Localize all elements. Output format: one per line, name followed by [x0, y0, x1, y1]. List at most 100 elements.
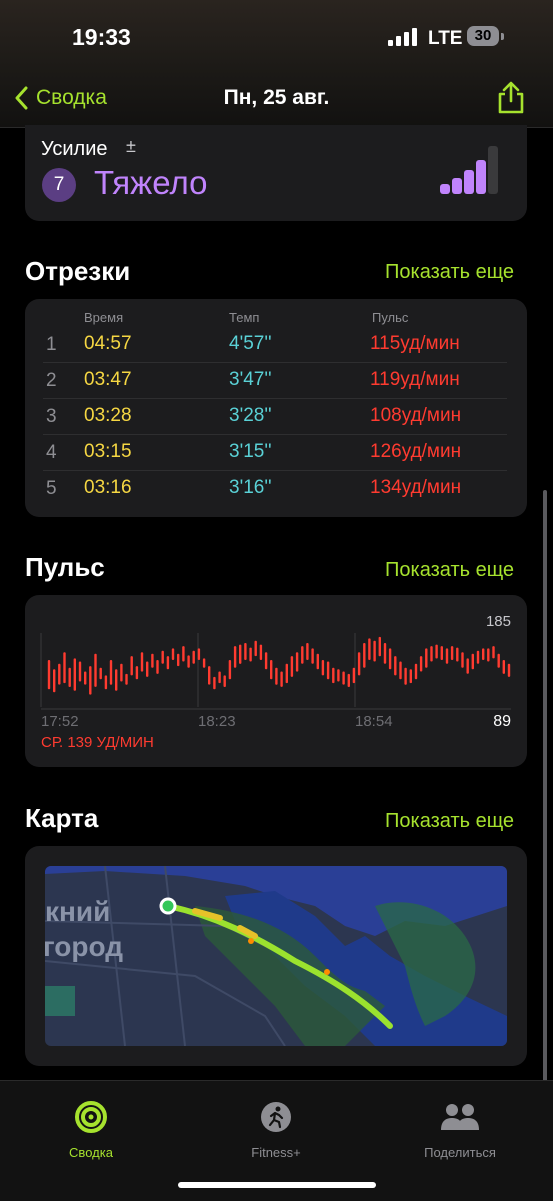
status-time: 19:33	[72, 24, 131, 50]
heart-rate-bar	[373, 640, 376, 662]
heart-rate-bar	[497, 653, 500, 668]
heart-rate-chart: 185 89 17:52 18:23 18:54 СР. 139 УД/МИН	[40, 613, 511, 751]
heart-rate-bar	[476, 650, 480, 664]
tab-summary[interactable]: Сводка	[26, 1100, 156, 1160]
time-tick-label: 18:23	[198, 713, 236, 730]
split-index: 5	[46, 478, 57, 499]
map-place-label: город	[45, 931, 123, 962]
heart-rate-bar	[197, 648, 201, 660]
column-header-time: Время	[84, 310, 124, 325]
split-row: 4 03:15 3'15'' 126уд/мин	[25, 435, 527, 471]
heart-rate-bar	[347, 673, 350, 687]
heart-rate-bar	[471, 653, 474, 670]
effort-meter-icon	[440, 146, 498, 194]
heart-rate-bar	[502, 660, 505, 674]
average-heart-rate: СР. 139 УД/МИН	[41, 734, 154, 751]
splits-show-more-link[interactable]: Показать еще	[385, 261, 514, 284]
heart-rate-bar	[409, 669, 412, 684]
heart-rate-bar	[125, 673, 128, 685]
effort-value: Тяжело	[94, 164, 208, 201]
split-heart-rate: 115уд/мин	[370, 333, 460, 354]
tab-label: Fitness+	[251, 1145, 301, 1160]
heart-rate-bar	[337, 669, 340, 682]
pulse-title: Пульс	[25, 552, 105, 582]
column-header-heart-rate: Пульс	[372, 310, 409, 325]
heart-rate-bar	[492, 646, 495, 659]
route-map[interactable]: кний город	[45, 866, 507, 1046]
heart-rate-bar	[58, 663, 61, 685]
heart-rate-bar	[414, 663, 418, 680]
heart-rate-bar	[326, 661, 330, 680]
heart-rate-bar	[440, 646, 443, 660]
heart-rate-bar	[99, 667, 102, 680]
split-row: 5 03:16 3'16'' 134уд/мин	[25, 471, 527, 507]
heart-rate-bar	[161, 650, 164, 664]
heart-rate-bar	[135, 666, 139, 680]
heart-rate-bar	[378, 636, 381, 657]
heart-rate-bar	[223, 675, 226, 687]
split-row: 3 03:28 3'28'' 108уд/мин	[25, 399, 527, 435]
heart-rate-bar	[244, 643, 247, 660]
split-pace: 4'57''	[229, 333, 272, 354]
heart-rate-bar	[482, 648, 485, 660]
activity-rings-icon	[75, 1101, 107, 1133]
heart-rate-bar	[151, 653, 154, 668]
split-time: 03:15	[84, 441, 132, 462]
heart-rate-bar	[264, 652, 268, 670]
effort-level-badge: 7	[42, 168, 76, 202]
heart-rate-bar	[445, 648, 449, 664]
tab-fitness-plus[interactable]: Fitness+	[211, 1100, 341, 1160]
split-pace: 3'16''	[229, 477, 272, 498]
split-pace: 3'47''	[229, 369, 272, 390]
heart-rate-bar	[63, 652, 66, 684]
fitness-runner-icon	[261, 1102, 291, 1132]
split-index: 3	[46, 406, 57, 427]
heart-rate-bar	[140, 652, 144, 672]
split-heart-rate: 119уд/мин	[370, 369, 460, 390]
heart-rate-bar	[430, 646, 433, 662]
split-time: 03:28	[84, 405, 132, 426]
share-icon	[498, 81, 524, 114]
heart-rate-bar	[239, 644, 242, 664]
heart-rate-bar	[311, 648, 314, 664]
chart-max-label: 185	[486, 613, 511, 630]
heart-rate-bar	[507, 663, 511, 677]
split-heart-rate: 126уд/мин	[370, 441, 462, 462]
split-row: 2 03:47 3'47'' 119уд/мин	[25, 363, 527, 399]
heart-rate-bar	[213, 676, 216, 690]
heart-rate-bar	[177, 653, 180, 667]
heart-rate-bar	[394, 656, 397, 676]
heart-rate-bar	[182, 646, 185, 662]
heart-rate-bar	[342, 671, 345, 685]
heart-rate-bar	[233, 646, 237, 668]
heart-rate-bar	[383, 643, 387, 664]
page-title: Пн, 25 авг.	[223, 86, 330, 109]
split-index: 2	[46, 370, 57, 391]
heart-rate-bar	[321, 660, 325, 676]
heart-rate-bar	[120, 663, 123, 682]
heart-rate-bar	[461, 652, 464, 668]
heart-rate-bar	[466, 658, 469, 674]
heart-rate-bar	[73, 658, 76, 691]
split-row: 1 04:57 4'57'' 115уд/мин	[25, 327, 527, 363]
column-header-pace: Темп	[229, 310, 260, 325]
heart-rate-bar	[166, 656, 170, 670]
route-start-marker	[159, 897, 177, 915]
share-button[interactable]	[496, 80, 526, 114]
tab-sharing[interactable]: Поделиться	[395, 1100, 525, 1160]
heart-rate-bar	[208, 666, 211, 685]
tab-label: Поделиться	[424, 1145, 496, 1160]
heart-rate-bar	[47, 660, 51, 690]
map-title: Карта	[25, 803, 99, 833]
pulse-show-more-link[interactable]: Показать еще	[385, 559, 514, 582]
heart-rate-bar	[187, 655, 190, 668]
split-heart-rate: 134уд/мин	[370, 477, 462, 498]
heart-rate-bar	[357, 652, 361, 676]
split-pace: 3'15''	[229, 441, 272, 462]
heart-rate-bar	[202, 658, 206, 668]
heart-rate-bar	[316, 653, 319, 670]
heart-rate-bar	[368, 638, 371, 660]
map-show-more-link[interactable]: Показать еще	[385, 810, 514, 833]
heart-rate-bar	[254, 640, 257, 657]
heart-rate-bar	[270, 660, 273, 680]
